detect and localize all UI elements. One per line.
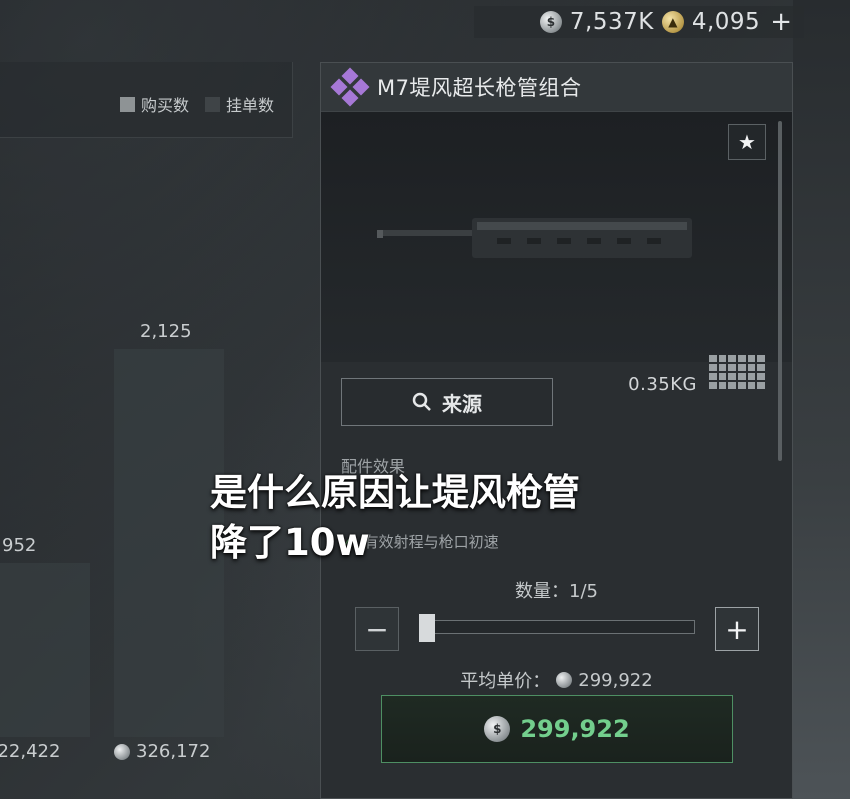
favorite-star-button[interactable]: ★ [728,124,766,160]
quantity-label: 数量：1/5 [515,581,598,602]
gold-coin-icon: ▲ [661,11,684,33]
average-price-value: 299,922 [578,669,653,691]
average-price-label: 平均单价： [460,671,551,692]
silver-coin-icon [556,672,573,688]
gold-balance: 4,095 [691,9,761,35]
source-button[interactable]: 来源 [341,378,553,426]
item-detail-card: M7堤风超长枪管组合 ★ 0.35KG 来源 配件效果 ✓ 有效射程与枪口初速 … [320,62,793,799]
source-button-label: 来源 [442,391,482,416]
price-volume-chart: 952 2,125 322,422 326,172 [0,137,300,767]
silver-coin-icon [114,743,130,760]
chart-legend: 购买数 挂单数 [119,92,274,116]
legend-item-buy[interactable]: 购买数 [119,92,189,116]
silver-coin-icon: $ [539,11,562,33]
bar-value-label-1: 952 [2,535,37,557]
inventory-size-icon [709,355,765,389]
quantity-slider-thumb[interactable] [419,614,435,642]
item-preview: ★ 0.35KG [321,112,792,395]
buy-price: 299,922 [520,715,630,743]
search-icon [412,392,431,411]
rarity-diamond-icon [330,67,370,107]
legend-swatch-buy [119,96,135,112]
silver-balance: 7,537K [569,9,654,35]
bar-price-label-1: 322,422 [0,741,60,762]
average-price-row: 平均单价： 299,922 [321,667,792,693]
item-weight: 0.35KG [628,374,697,395]
bar-price-label-2: 326,172 [114,741,210,762]
bar-price-text-2: 326,172 [136,741,211,762]
silver-coin-icon: $ [484,716,511,742]
quantity-slider-track[interactable] [419,620,695,634]
legend-label-buy: 购买数 [140,96,189,115]
chart-bar-2[interactable] [114,348,224,737]
item-title: M7堤风超长枪管组合 [377,76,582,100]
legend-label-orders: 挂单数 [225,96,274,115]
quantity-plus-button[interactable]: + [715,607,759,651]
detail-scrollbar[interactable] [778,121,782,461]
background-scenery [793,0,850,799]
item-header: M7堤风超长枪管组合 [321,63,792,112]
chart-bar-1[interactable] [0,563,90,737]
legend-swatch-orders [204,96,220,112]
add-currency-button[interactable]: + [770,7,792,37]
caption-line-1: 是什么原因让堤风枪管 [210,471,580,514]
quantity-minus-button[interactable]: − [355,607,399,651]
video-caption: 是什么原因让堤风枪管 降了10w [210,468,580,568]
chart-legend-panel: 购买数 挂单数 [0,62,293,138]
bar-value-label-2: 2,125 [140,320,192,342]
bar-price-text-1: 322,422 [0,741,61,762]
barrel-image [377,218,692,258]
buy-button[interactable]: $ 299,922 [381,695,733,763]
caption-line-2: 降了10w [210,521,370,564]
legend-item-orders[interactable]: 挂单数 [204,92,274,116]
currency-bar: $ 7,537K ▲ 4,095 + [474,6,804,38]
